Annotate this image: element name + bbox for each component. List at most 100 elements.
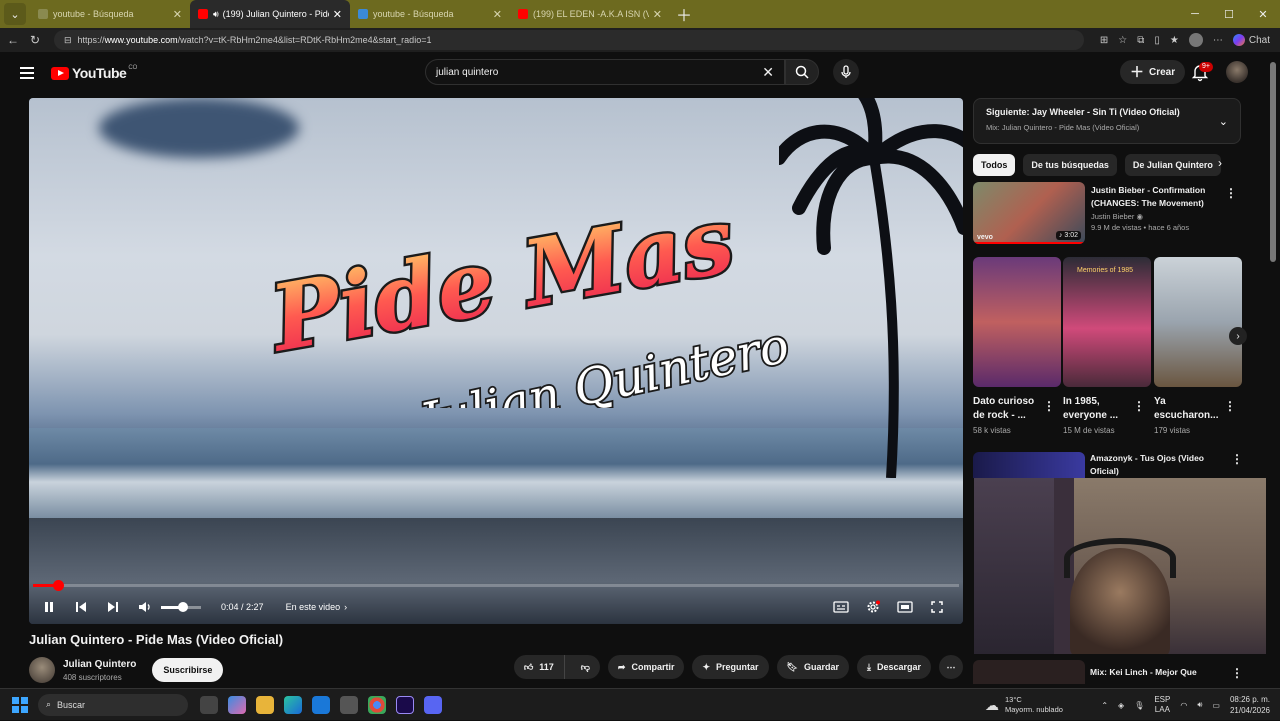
voice-search-button[interactable] — [833, 59, 859, 85]
weather-widget[interactable]: ☁ 13°C Mayorm. nublado — [985, 689, 1063, 721]
video-thumbnail[interactable]: vevo ♪ 3:02 — [973, 182, 1085, 244]
chip-todos[interactable]: Todos — [973, 154, 1016, 176]
calculator-icon[interactable] — [340, 695, 358, 714]
browser-tab-3[interactable]: youtube - Búsqueda ✕ — [350, 0, 510, 28]
chevron-down-icon[interactable]: ⌄ — [1219, 115, 1228, 128]
page-scrollbar[interactable] — [1266, 52, 1280, 684]
subscribe-button[interactable]: Suscribirse — [152, 658, 224, 682]
short-thumbnail[interactable] — [1154, 257, 1242, 387]
copilot-chat-button[interactable]: Chat — [1232, 34, 1270, 46]
file-explorer-icon[interactable] — [256, 695, 274, 714]
short-thumbnail[interactable]: Memories of 1985 — [1063, 257, 1151, 387]
outlook-icon[interactable] — [312, 695, 330, 714]
wifi-icon[interactable]: ◠ — [1180, 701, 1187, 710]
language-indicator[interactable]: ESP LAA — [1154, 695, 1170, 715]
favorite-star-icon[interactable]: ☆ — [1118, 35, 1127, 46]
recommended-video[interactable]: vevo ♪ 3:02 Justin Bieber - Confirmation… — [973, 182, 1263, 246]
minimize-icon[interactable]: ─ — [1178, 0, 1212, 28]
more-options-icon[interactable]: ⋮ — [1231, 666, 1243, 680]
channel-name[interactable]: Julian Quintero — [63, 659, 136, 670]
video-thumbnail[interactable] — [973, 660, 1085, 684]
save-button[interactable]: 🔖︎ Guardar — [776, 655, 849, 679]
video-player[interactable]: Pide Mas Julian Quintero 0:04 / 2:27 En … — [29, 98, 963, 624]
taskbar-search[interactable]: ⌕ Buscar — [38, 693, 188, 716]
create-button[interactable]: ＋ Crear — [1120, 60, 1186, 84]
dislike-button[interactable]: 👎︎ — [571, 655, 600, 679]
speaker-icon[interactable]: 🔊︎ — [1197, 700, 1202, 710]
next-button[interactable] — [97, 592, 129, 622]
close-tab-icon[interactable]: ✕ — [333, 8, 342, 21]
video-title[interactable]: Justin Bieber - Confirmation (CHANGES: T… — [1091, 184, 1236, 210]
widgets-icon[interactable] — [228, 695, 246, 714]
extensions-icon[interactable]: ⧉ — [1137, 35, 1144, 46]
tray-overflow-icon[interactable]: ⌃ — [1101, 701, 1108, 710]
site-info-icon[interactable]: ⊟ — [64, 35, 72, 46]
video-title[interactable]: Mix: Kei Linch - Mejor Que Nunca (Video … — [1090, 666, 1225, 679]
shorts-next-icon[interactable]: › — [1229, 327, 1247, 345]
more-options-icon[interactable]: ⋮ — [1231, 452, 1243, 466]
split-screen-icon[interactable]: ▯ — [1154, 35, 1160, 46]
new-tab-icon[interactable]: ＋ — [676, 2, 692, 26]
mute-button[interactable] — [129, 592, 161, 622]
video-progress-bar[interactable] — [33, 580, 959, 591]
favorites-icon[interactable]: ★ — [1170, 35, 1179, 46]
video-title[interactable]: Amazonyk - Tus Ojos (Video Oficial) — [1090, 452, 1225, 478]
video-thumbnail[interactable] — [973, 452, 1085, 478]
chrome-icon[interactable] — [368, 695, 386, 714]
battery-icon[interactable]: ▭ — [1212, 701, 1220, 710]
youtube-logo[interactable]: YouTube CO — [51, 65, 137, 81]
network-icon[interactable]: ◈ — [1118, 701, 1124, 710]
short-item[interactable]: Memories of 1985 In 1985, everyone ... 1… — [1063, 257, 1151, 435]
short-item[interactable]: Dato curioso de rock - ... 58 k vistas ⋮ — [973, 257, 1061, 435]
premiere-icon[interactable] — [396, 695, 414, 714]
maximize-icon[interactable]: ☐ — [1212, 0, 1246, 28]
more-options-icon[interactable]: ⋯ — [1213, 35, 1223, 46]
volume-handle[interactable] — [178, 601, 188, 612]
app-available-icon[interactable]: ⊞ — [1100, 35, 1108, 46]
progress-scrubber[interactable] — [53, 580, 64, 591]
menu-icon[interactable] — [20, 67, 34, 79]
like-button[interactable]: 👍︎ 117 — [514, 655, 565, 679]
url-input[interactable]: ⊟ https://www.youtube.com/watch?v=tK-RbH… — [54, 30, 1084, 50]
chips-next-icon[interactable]: › — [1218, 156, 1222, 170]
browser-tab-4[interactable]: (199) EL EDEN -A.K.A ISN (VIDEO ✕ — [510, 0, 670, 28]
browser-tab-2[interactable]: 🔊︎ (199) Julian Quintero - Pide M ✕ — [190, 0, 350, 28]
chip-de-julian-quintero[interactable]: De Julian Quintero — [1124, 154, 1221, 176]
ask-button[interactable]: ✦ Preguntar — [692, 655, 769, 679]
scrollbar-thumb[interactable] — [1270, 62, 1276, 262]
account-avatar[interactable] — [1226, 61, 1248, 83]
download-button[interactable]: ⤓ Descargar — [856, 655, 931, 679]
speaker-icon[interactable]: 🔊︎ — [213, 9, 219, 20]
more-options-icon[interactable]: ⋮ — [1043, 399, 1055, 413]
more-actions-button[interactable]: ⋯ — [939, 655, 963, 679]
close-tab-icon[interactable]: ✕ — [493, 8, 502, 21]
subtitles-button[interactable] — [825, 592, 857, 622]
windows-start-icon[interactable] — [12, 696, 28, 713]
more-options-icon[interactable]: ⋮ — [1133, 399, 1145, 413]
share-button[interactable]: ➦ Compartir — [607, 655, 685, 679]
close-tab-icon[interactable]: ✕ — [653, 8, 662, 21]
search-button[interactable] — [785, 59, 819, 85]
task-view-icon[interactable] — [200, 695, 218, 714]
fullscreen-button[interactable] — [921, 592, 953, 622]
clock[interactable]: 08:26 p. m. 21/04/2026 — [1230, 694, 1270, 716]
chip-de-tus-busquedas[interactable]: De tus búsquedas — [1023, 154, 1117, 176]
previous-button[interactable] — [65, 592, 97, 622]
short-thumbnail[interactable] — [973, 257, 1061, 387]
close-tab-icon[interactable]: ✕ — [173, 8, 182, 21]
discord-icon[interactable] — [424, 695, 442, 714]
short-item[interactable]: Ya escucharon... 179 vistas ⋮ — [1154, 257, 1242, 435]
up-next-panel[interactable]: Siguiente: Jay Wheeler - Sin Ti (Video O… — [973, 98, 1241, 144]
reload-icon[interactable]: ↻ — [24, 33, 46, 47]
more-options-icon[interactable]: ⋮ — [1224, 399, 1236, 413]
tab-actions-menu-icon[interactable]: ⌄ — [4, 3, 26, 25]
search-input[interactable]: julian quintero ✕ — [425, 59, 785, 85]
edge-browser-icon[interactable] — [284, 695, 302, 714]
microphone-icon[interactable]: 🎙︎ — [1134, 701, 1144, 710]
browser-tab-1[interactable]: youtube - Búsqueda ✕ — [30, 0, 190, 28]
volume-slider[interactable] — [161, 601, 201, 612]
channel-avatar[interactable] — [29, 657, 55, 683]
settings-button[interactable] — [857, 592, 889, 622]
pause-button[interactable] — [33, 592, 65, 622]
clear-search-icon[interactable]: ✕ — [762, 64, 774, 81]
